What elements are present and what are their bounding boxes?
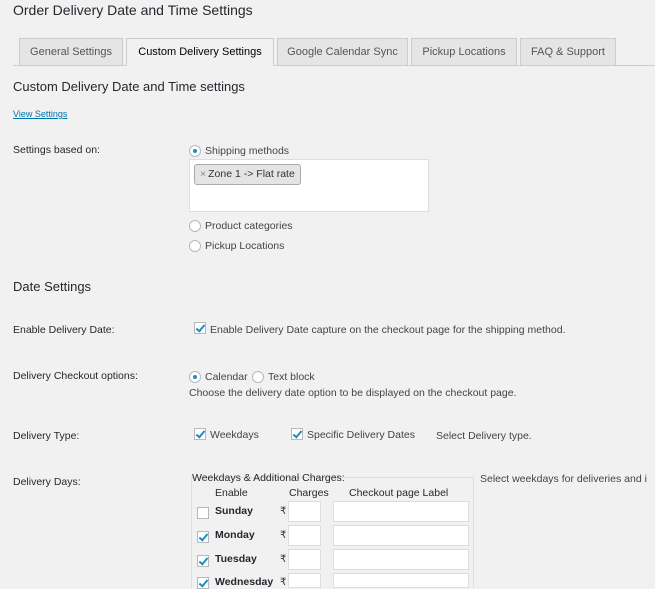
view-settings-link[interactable]: View Settings: [13, 109, 67, 119]
tuesday-currency: ₹: [280, 554, 287, 565]
monday-label: Monday: [215, 529, 255, 541]
calendar-radio[interactable]: [189, 371, 201, 383]
wednesday-label-input[interactable]: [333, 573, 469, 588]
weekdays-label: Weekdays: [210, 429, 259, 441]
custom-settings-heading: Custom Delivery Date and Time settings: [13, 79, 245, 94]
enable-delivery-date-checkbox[interactable]: [194, 322, 206, 334]
wednesday-charges-input[interactable]: [288, 573, 321, 588]
pickup-locations-label: Pickup Locations: [205, 240, 285, 252]
tab-general-settings[interactable]: General Settings: [19, 38, 123, 66]
col-checkout-label: Checkout page Label: [349, 487, 449, 499]
enable-delivery-date-desc: Enable Delivery Date capture on the chec…: [210, 324, 566, 336]
delivery-days-help: Select weekdays for deliveries and i: [480, 473, 647, 485]
sunday-label: Sunday: [215, 505, 253, 517]
sunday-label-input[interactable]: [333, 501, 469, 522]
tab-faq-support[interactable]: FAQ & Support: [520, 38, 616, 66]
specific-dates-checkbox[interactable]: [291, 428, 303, 440]
monday-label-input[interactable]: [333, 525, 469, 546]
monday-checkbox[interactable]: [197, 531, 209, 543]
col-enable: Enable: [215, 487, 248, 499]
tuesday-label: Tuesday: [215, 553, 257, 565]
product-categories-radio[interactable]: [189, 220, 201, 232]
selected-method-chip: × Zone 1 -> Flat rate: [194, 164, 301, 185]
sunday-currency: ₹: [280, 506, 287, 517]
weekdays-charges-title: Weekdays & Additional Charges:: [192, 472, 345, 484]
page-title: Order Delivery Date and Time Settings: [13, 2, 253, 18]
selected-method-label: Zone 1 -> Flat rate: [208, 168, 295, 180]
sunday-charges-input[interactable]: [288, 501, 321, 522]
delivery-type-label: Delivery Type:: [13, 430, 80, 442]
settings-based-on-label: Settings based on:: [13, 144, 100, 156]
shipping-methods-radio[interactable]: [189, 145, 201, 157]
monday-charges-input[interactable]: [288, 525, 321, 546]
delivery-days-label: Delivery Days:: [13, 476, 81, 488]
wednesday-label: Wednesday: [215, 576, 274, 588]
tuesday-checkbox[interactable]: [197, 555, 209, 567]
monday-currency: ₹: [280, 530, 287, 541]
sunday-checkbox[interactable]: [197, 507, 209, 519]
tab-google-calendar-sync[interactable]: Google Calendar Sync: [277, 38, 408, 66]
tab-pickup-locations[interactable]: Pickup Locations: [411, 38, 517, 66]
text-block-label: Text block: [268, 371, 315, 383]
specific-dates-label: Specific Delivery Dates: [307, 429, 415, 441]
date-settings-heading: Date Settings: [13, 279, 92, 294]
delivery-checkout-options-label: Delivery Checkout options:: [13, 370, 138, 382]
col-charges: Charges: [289, 487, 329, 499]
wednesday-currency: ₹: [280, 577, 287, 588]
checkout-options-help: Choose the delivery date option to be di…: [189, 387, 517, 399]
pickup-locations-radio[interactable]: [189, 240, 201, 252]
weekdays-checkbox[interactable]: [194, 428, 206, 440]
delivery-type-help: Select Delivery type.: [436, 430, 532, 442]
wednesday-checkbox[interactable]: [197, 577, 209, 589]
text-block-radio[interactable]: [252, 371, 264, 383]
shipping-methods-label: Shipping methods: [205, 145, 290, 157]
tuesday-label-input[interactable]: [333, 549, 469, 570]
chip-remove-icon[interactable]: ×: [200, 168, 206, 180]
tuesday-charges-input[interactable]: [288, 549, 321, 570]
calendar-label: Calendar: [205, 371, 248, 383]
tab-custom-delivery-settings[interactable]: Custom Delivery Settings: [126, 38, 274, 66]
enable-delivery-date-label: Enable Delivery Date:: [13, 324, 115, 336]
product-categories-label: Product categories: [205, 220, 293, 232]
